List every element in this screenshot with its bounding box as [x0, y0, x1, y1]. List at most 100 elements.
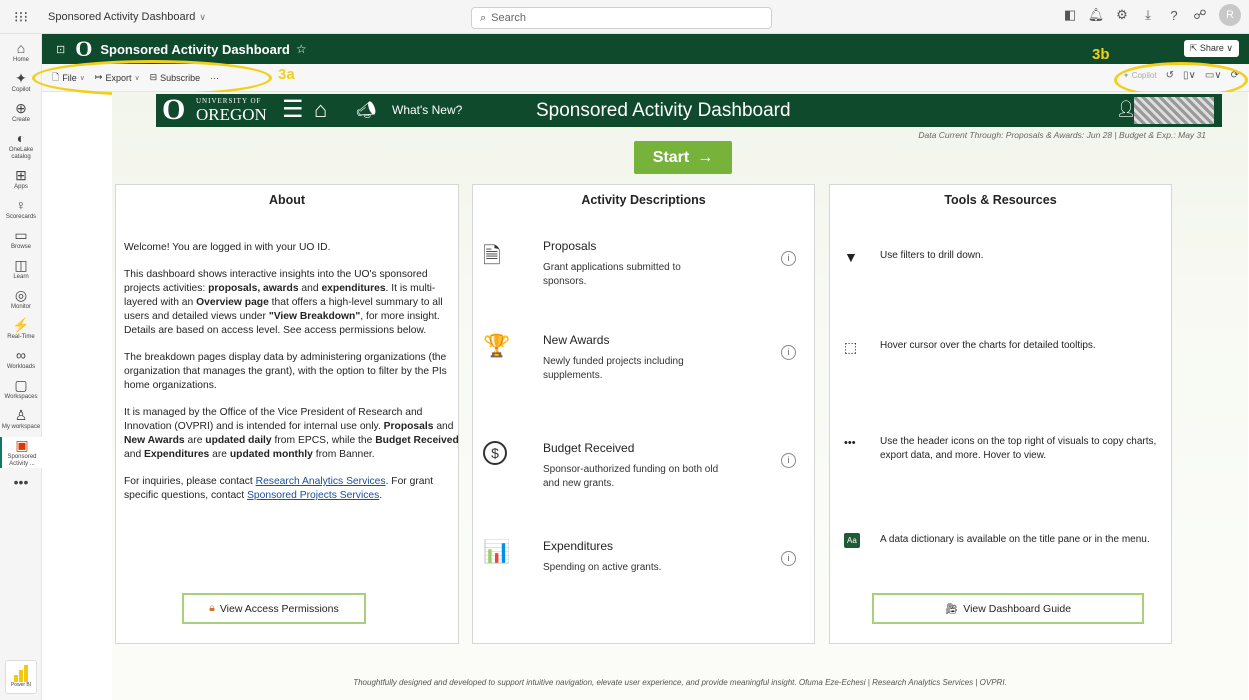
home-icon: ⌂ — [16, 40, 26, 56]
left-nav: ⌂ Home ✦ Copilot ⊕ Create ◐ OneLake catalog … — [0, 34, 42, 700]
nav-item-home[interactable]: ⌂ Home — [0, 40, 42, 64]
nav-item-workspaces[interactable]: ▢ Workspaces — [0, 377, 42, 401]
nav-item-more[interactable]: ••• — [0, 474, 42, 491]
report-header: ⊡ O Sponsored Activity Dashboard ☆ ⇱ Sha… — [42, 34, 1249, 64]
powerbi-switcher[interactable]: Power BI — [5, 660, 37, 694]
sponsored-projects-link[interactable]: Sponsored Projects Services — [247, 490, 379, 501]
data-current-note: Data Current Through: Proposals & Awards… — [918, 130, 1206, 140]
uo-logo-icon: O — [75, 36, 93, 61]
favorite-star-icon[interactable]: ☆ — [296, 42, 307, 56]
workloads-icon: ∞ — [16, 347, 26, 363]
download-icon[interactable]: ⤓ — [1135, 7, 1161, 23]
nav-item-scorecards[interactable]: ♀ Scorecards — [0, 197, 42, 221]
filter-icon: ▼ — [844, 249, 858, 265]
powerbi-icon — [6, 664, 36, 682]
ellipsis-icon: ••• — [844, 437, 856, 449]
activity-heading: Activity Descriptions — [581, 193, 706, 207]
video-camera-icon: 🎥︎ — [944, 603, 959, 615]
tooltip-cursor-icon: ⬚ — [844, 339, 858, 355]
app-launcher-icon[interactable]: ⁝⁝⁝ — [0, 8, 42, 26]
nav-item-my-workspace[interactable]: ♙ My workspace — [0, 407, 42, 431]
about-heading: About — [268, 193, 306, 207]
hamburger-menu-icon[interactable]: ☰ — [282, 95, 304, 124]
nav-item-onelake[interactable]: ◐ OneLake catalog — [0, 130, 42, 161]
nav-item-learn[interactable]: ◫ Learn — [0, 257, 42, 281]
help-icon[interactable]: ? — [1161, 8, 1187, 23]
report-workspace: ⊡ O Sponsored Activity Dashboard ☆ ⇱ Sha… — [32, 34, 1249, 700]
feedback-icon[interactable]: ☍ — [1187, 7, 1213, 23]
search-input[interactable]: ⌕ Search — [471, 7, 772, 29]
info-icon[interactable]: i — [781, 345, 796, 360]
user-id-redacted — [1134, 97, 1214, 124]
tools-resources-card: Tools & Resources ▼ Use filters to drill… — [829, 184, 1172, 644]
search-icon: ⌕ — [480, 11, 487, 24]
notifications-icon[interactable]: 🔔︎ — [1083, 7, 1109, 23]
megaphone-icon[interactable]: 📣︎ — [356, 100, 376, 120]
annotation-label-3a: 3a — [278, 66, 295, 83]
view-access-permissions-button[interactable]: 🔒︎ View Access Permissions — [182, 593, 366, 624]
breadcrumb-label: Sponsored Activity Dashboard — [48, 10, 196, 23]
info-icon[interactable]: i — [781, 551, 796, 566]
about-card: About Welcome! You are logged in with yo… — [115, 184, 459, 644]
university-label: UNIVERSITY OF — [196, 97, 262, 105]
nav-item-browse[interactable]: ▭ Browse — [0, 227, 42, 251]
search-placeholder: Search — [491, 12, 527, 24]
about-paragraph-4: It is managed by the Office of the Vice … — [124, 407, 459, 460]
scorecards-icon: ♀ — [15, 197, 27, 213]
apps-icon: ⊞ — [15, 167, 27, 183]
nav-item-realtime[interactable]: ⚡ Real-Time — [0, 317, 42, 341]
my-workspace-icon: ♙ — [14, 407, 28, 423]
chevron-down-icon: ∨ — [199, 11, 206, 22]
about-paragraph-3: The breakdown pages display data by admi… — [124, 352, 447, 391]
collapse-pane-icon[interactable]: ⊡ — [56, 43, 65, 56]
app-topbar: ⁝⁝⁝ Sponsored Activity Dashboard ∨ ⌕ Sear… — [0, 0, 1249, 34]
report-icon: ▣ — [15, 437, 29, 453]
learn-icon: ◫ — [14, 257, 28, 273]
dictionary-book-icon: Aa — [844, 533, 860, 548]
avatar[interactable]: R — [1219, 4, 1241, 26]
uo-o-logo-icon: O — [162, 93, 186, 126]
uo-banner: O UNIVERSITY OF OREGON ☰ ⌂ 📣︎ What's New… — [156, 93, 1222, 127]
nav-item-apps[interactable]: ⊞ Apps — [0, 167, 42, 191]
footer-credit: Thoughtfully designed and developed to s… — [353, 678, 1007, 687]
info-icon[interactable]: i — [781, 251, 796, 266]
banner-title: Sponsored Activity Dashboard — [536, 100, 791, 121]
home-icon[interactable]: ⌂ — [314, 97, 327, 123]
bar-chart-icon: 📊 — [483, 539, 511, 564]
lock-icon: 🔒︎ — [209, 602, 215, 614]
share-button[interactable]: ⇱ Share ∨ — [1183, 40, 1239, 57]
view-toggle-icon[interactable]: ◧ — [1057, 7, 1083, 23]
info-icon[interactable]: i — [781, 453, 796, 468]
top-right-icons: ◧ 🔔︎ ⚙ ⤓ ? ☍ R — [1057, 4, 1241, 26]
research-analytics-link[interactable]: Research Analytics Services — [256, 476, 386, 487]
create-icon: ⊕ — [15, 100, 27, 116]
settings-icon[interactable]: ⚙ — [1109, 7, 1135, 23]
start-button[interactable]: Start → — [634, 141, 732, 174]
tools-heading: Tools & Resources — [944, 193, 1057, 207]
monitor-icon: ◎ — [14, 287, 28, 303]
workspaces-icon: ▢ — [14, 377, 28, 393]
annotation-label-3b: 3b — [1092, 46, 1110, 63]
about-paragraph-2: This dashboard shows interactive insight… — [124, 269, 443, 336]
arrow-right-icon: → — [697, 148, 714, 166]
report-title: Sponsored Activity Dashboard — [100, 41, 290, 57]
nav-item-sponsored-activity[interactable]: ▣ Sponsored Activity ... — [0, 437, 42, 468]
trophy-icon: 🏆 — [483, 333, 511, 358]
about-paragraph-5: For inquiries, please contact Research A… — [124, 476, 434, 501]
document-icon: 🗎 — [483, 243, 501, 268]
nav-item-monitor[interactable]: ◎ Monitor — [0, 287, 42, 311]
browse-icon: ▭ — [14, 227, 28, 243]
more-icon: ••• — [13, 474, 29, 490]
whats-new-link[interactable]: What's New? — [392, 103, 462, 117]
nav-item-create[interactable]: ⊕ Create — [0, 100, 42, 124]
onelake-icon: ◐ — [16, 130, 26, 146]
dollar-coin-icon: $ — [483, 441, 507, 465]
breadcrumb[interactable]: Sponsored Activity Dashboard ∨ — [48, 11, 206, 23]
about-body: Welcome! You are logged in with your UO … — [124, 241, 459, 516]
about-welcome: Welcome! You are logged in with your UO … — [124, 242, 331, 253]
view-dashboard-guide-button[interactable]: 🎥︎ View Dashboard Guide — [872, 593, 1144, 624]
activity-descriptions-card: Activity Descriptions 🗎 Proposals Grant … — [472, 184, 815, 644]
annotation-ellipse-3a — [32, 60, 272, 96]
oregon-label: OREGON — [196, 105, 267, 124]
nav-item-workloads[interactable]: ∞ Workloads — [0, 347, 42, 371]
